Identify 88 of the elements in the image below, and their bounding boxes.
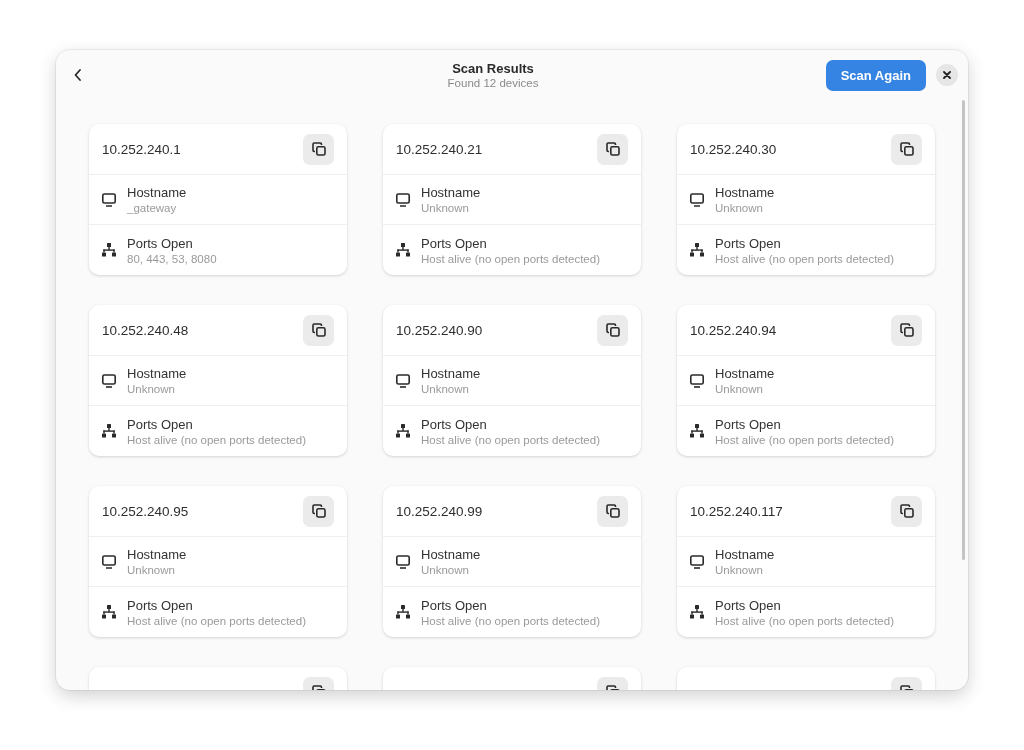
ports-label: Ports Open (715, 597, 782, 613)
monitor-icon (395, 191, 411, 208)
copy-icon (310, 322, 327, 338)
network-icon (101, 604, 117, 620)
ports-value: Host alive (no open ports detected) (127, 433, 306, 446)
copy-icon (898, 141, 915, 157)
copy-icon (898, 503, 915, 519)
window-title: Scan Results (452, 61, 534, 76)
ip-address: 10.252.240.1 (102, 141, 181, 157)
copy-icon (310, 503, 327, 519)
hostname-value: Unknown (421, 202, 470, 214)
ip-address: 10.252.240.90 (396, 322, 483, 338)
monitor-icon (689, 191, 705, 208)
network-icon (395, 242, 411, 258)
ports-value: Host alive (no open ports detected) (127, 614, 306, 627)
hostname-value: Unknown (127, 383, 176, 395)
copy-button[interactable] (597, 133, 628, 165)
hostname-label: Hostname (127, 547, 187, 562)
copy-button[interactable] (303, 133, 334, 165)
ip-address: 10.252.240.94 (690, 322, 777, 338)
ports-label: Ports Open (421, 235, 488, 251)
hostname-label: Hostname (715, 547, 775, 562)
ip-address: 10.252.240.21 (396, 141, 483, 157)
copy-icon (604, 141, 621, 157)
ports-label: Ports Open (421, 416, 488, 432)
network-icon (395, 423, 411, 439)
network-icon (689, 242, 705, 258)
scrollbar[interactable] (962, 100, 965, 560)
network-icon (101, 242, 117, 258)
ip-address: 10.252.240.48 (102, 322, 189, 338)
hostname-label: Hostname (715, 185, 775, 200)
monitor-icon (101, 372, 117, 389)
network-icon (689, 604, 705, 620)
ports-value: Host alive (no open ports detected) (715, 433, 894, 446)
ports-value: Host alive (no open ports detected) (421, 433, 600, 446)
network-icon (395, 604, 411, 620)
hostname-value: Unknown (715, 383, 764, 395)
ports-label: Ports Open (715, 235, 782, 251)
window-subtitle: Found 12 devices (447, 77, 539, 89)
hostname-label: Hostname (127, 366, 187, 381)
back-icon (73, 68, 83, 82)
copy-button[interactable] (597, 495, 628, 527)
monitor-icon (101, 553, 117, 570)
ports-label: Ports Open (127, 235, 194, 251)
monitor-icon (101, 191, 117, 208)
monitor-icon (395, 372, 411, 389)
hostname-value: Unknown (715, 564, 764, 576)
hostname-value: Unknown (715, 202, 764, 214)
monitor-icon (689, 553, 705, 570)
ports-label: Ports Open (127, 597, 194, 613)
hostname-label: Hostname (421, 185, 481, 200)
ports-value: Host alive (no open ports detected) (421, 252, 600, 265)
network-icon (101, 423, 117, 439)
copy-button[interactable] (597, 314, 628, 346)
hostname-label: Hostname (421, 366, 481, 381)
copy-button[interactable] (891, 495, 922, 527)
close-icon (943, 71, 951, 79)
hostname-label: Hostname (127, 185, 187, 200)
copy-icon (310, 141, 327, 157)
copy-button[interactable] (303, 314, 334, 346)
ports-label: Ports Open (715, 416, 782, 432)
ports-value: Host alive (no open ports detected) (421, 614, 600, 627)
hostname-value: Unknown (421, 564, 470, 576)
hostname-label: Hostname (421, 547, 481, 562)
copy-icon (898, 322, 915, 338)
ip-address: 10.252.240.95 (102, 503, 189, 519)
ip-address: 10.252.240.117 (690, 503, 783, 519)
network-icon (689, 423, 705, 439)
copy-icon (604, 322, 621, 338)
ports-label: Ports Open (421, 597, 488, 613)
monitor-icon (395, 553, 411, 570)
copy-button[interactable] (303, 495, 334, 527)
ip-address: 10.252.240.30 (690, 141, 777, 157)
monitor-icon (689, 372, 705, 389)
ports-value: Host alive (no open ports detected) (715, 614, 894, 627)
hostname-value: Unknown (127, 564, 176, 576)
copy-icon (604, 503, 621, 519)
hostname-value: _gateway (127, 202, 178, 214)
scan-again-button[interactable]: Scan Again (825, 59, 926, 91)
copy-button[interactable] (891, 133, 922, 165)
hostname-value: Unknown (421, 383, 470, 395)
copy-button[interactable] (891, 314, 922, 346)
ports-value: Host alive (no open ports detected) (715, 252, 894, 265)
hostname-label: Hostname (715, 366, 775, 381)
ip-address: 10.252.240.99 (396, 503, 483, 519)
ports-label: Ports Open (127, 416, 194, 432)
ports-value: 80, 443, 53, 8080 (127, 252, 217, 265)
close-button[interactable] (936, 64, 958, 86)
